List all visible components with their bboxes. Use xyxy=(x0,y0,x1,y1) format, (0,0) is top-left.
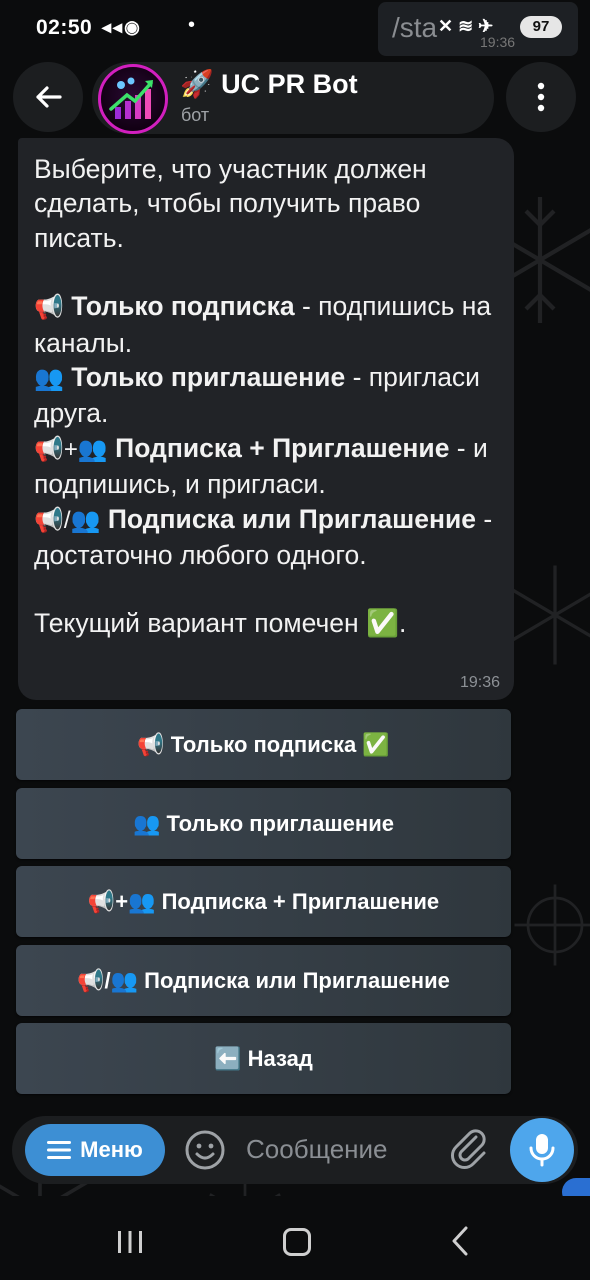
attach-button[interactable] xyxy=(448,1127,492,1176)
message-input[interactable] xyxy=(238,1126,454,1172)
chat-menu-button[interactable] xyxy=(506,62,576,132)
keyboard-button-invite-only[interactable]: 👥 Только приглашение xyxy=(16,788,511,859)
more-notifications-dot: • xyxy=(188,14,196,36)
megaphone-people-icon: 📢+👥 xyxy=(34,435,108,463)
growth-chart-logo-icon xyxy=(109,77,153,119)
keyboard-button-back[interactable]: ⬅️ Назад xyxy=(16,1023,511,1094)
option-title: Подписка + Приглашение xyxy=(115,432,450,463)
status-bar: 02:50 ◂◂◉ • /sta 19:36 ✕ ≋ ✈ 97 xyxy=(0,0,590,58)
back-button[interactable] xyxy=(13,62,83,132)
message-intro: Выберите, что участник должен сделать, ч… xyxy=(34,154,427,253)
megaphone-or-people-icon: 📢/👥 xyxy=(34,506,101,534)
hamburger-icon xyxy=(47,1141,72,1159)
snowflake-icon xyxy=(514,884,590,966)
option-description-either: 📢/👥 Подписка или Приглашение - достаточн… xyxy=(34,502,498,573)
megaphone-icon: 📢 xyxy=(34,294,64,322)
system-back-button[interactable] xyxy=(450,1226,470,1261)
option-description-subscribe: 📢 Только подписка - подпишись на каналы. xyxy=(34,289,498,360)
people-icon: 👥 xyxy=(34,365,64,393)
chevron-left-icon xyxy=(452,1226,468,1256)
option-description-invite: 👥 Только приглашение - пригласи друга. xyxy=(34,360,498,431)
smiley-icon xyxy=(185,1130,225,1170)
more-vertical-icon xyxy=(537,82,545,112)
keyboard-button-subscribe-or-invite[interactable]: 📢/👥 Подписка или Приглашение xyxy=(16,945,511,1016)
battery-indicator: 97 xyxy=(520,16,562,38)
paperclip-icon xyxy=(451,1129,486,1169)
keyboard-button-subscribe-only[interactable]: 📢 Только подписка ✅ xyxy=(16,709,511,780)
message-text: Выберите, что участник должен сделать, ч… xyxy=(34,152,498,641)
system-icons: ✕ ≋ ✈ xyxy=(438,16,494,36)
option-title: Только подписка xyxy=(71,291,295,322)
option-description-both: 📢+👥 Подписка + Приглашение - и подпишись… xyxy=(34,431,498,502)
bot-subtitle: бот xyxy=(181,105,210,125)
bot-name[interactable]: 🚀 UC PR Bot xyxy=(180,68,358,100)
emoji-button[interactable] xyxy=(184,1129,226,1176)
recent-apps-icon xyxy=(118,1231,142,1253)
arrow-left-icon xyxy=(36,86,62,108)
recent-apps-button[interactable] xyxy=(116,1230,144,1259)
microphone-icon xyxy=(529,1134,555,1167)
option-title: Подписка или Приглашение xyxy=(107,503,477,534)
status-time: 02:50 xyxy=(36,16,93,39)
home-button[interactable] xyxy=(283,1228,311,1256)
bot-message-bubble: Выберите, что участник должен сделать, ч… xyxy=(18,138,514,700)
keyboard-button-subscribe-and-invite[interactable]: 📢+👥 Подписка + Приглашение xyxy=(16,866,511,937)
bot-menu-button[interactable]: Меню xyxy=(25,1124,165,1176)
voice-record-button[interactable] xyxy=(510,1118,574,1182)
background-command-text: /sta xyxy=(392,12,438,43)
message-timestamp: 19:36 xyxy=(459,674,500,691)
notification-icons: ◂◂◉ xyxy=(102,17,142,37)
message-footer: Текущий вариант помечен ✅. xyxy=(34,608,407,639)
option-title: Только приглашение xyxy=(71,362,346,393)
bot-avatar[interactable] xyxy=(98,64,168,134)
menu-button-label: Меню xyxy=(80,1137,143,1162)
